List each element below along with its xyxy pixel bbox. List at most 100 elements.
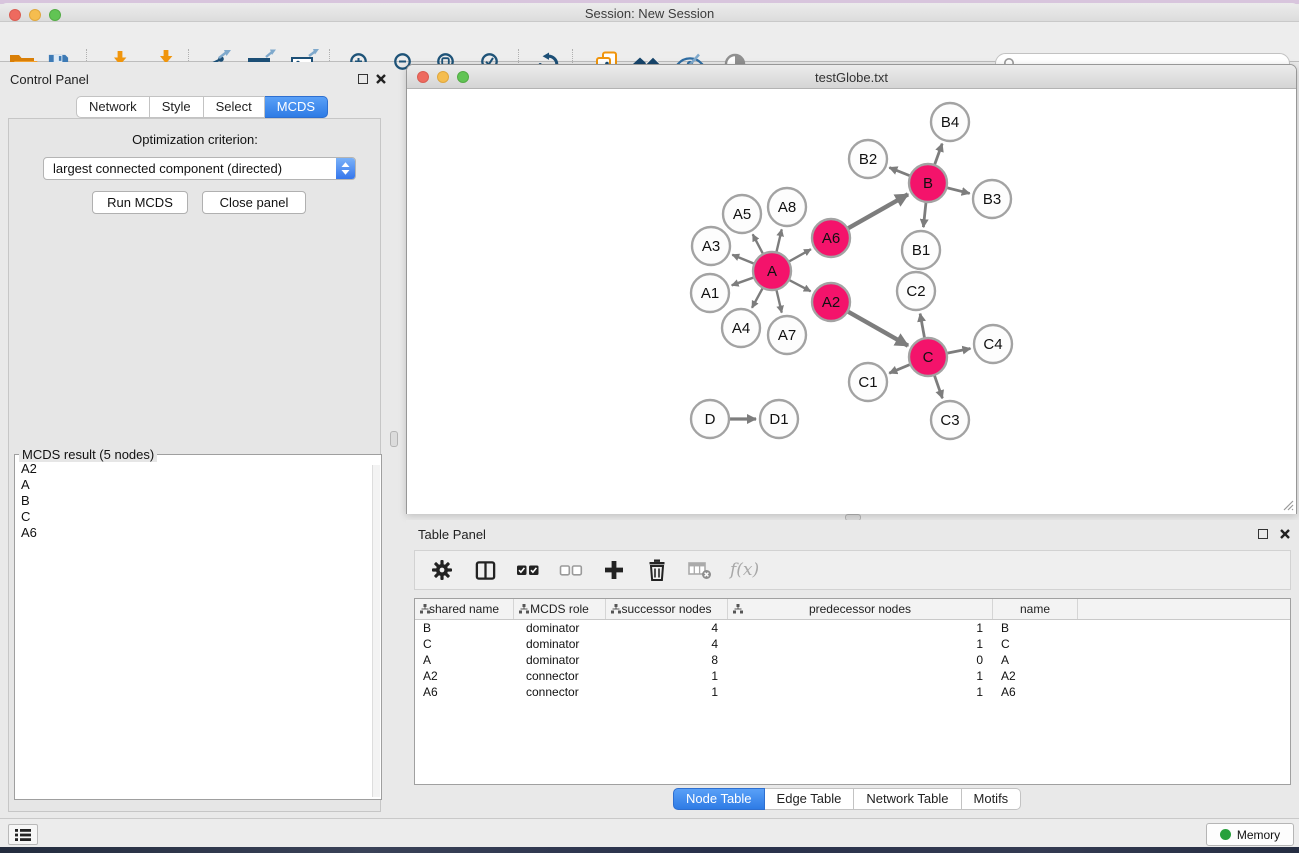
- list-icon: [13, 826, 33, 844]
- table-cell[interactable]: C: [415, 636, 514, 652]
- table-cell[interactable]: A2: [993, 668, 1078, 684]
- table-row[interactable]: A2connector11A2: [415, 668, 1290, 684]
- table-cell[interactable]: A6: [415, 684, 514, 700]
- column-header-successor-nodes[interactable]: successor nodes: [606, 599, 728, 619]
- table-cell[interactable]: A: [415, 652, 514, 668]
- column-browser-button[interactable]: [472, 557, 498, 583]
- graph-node-label: B2: [859, 151, 877, 168]
- status-bar: Memory: [0, 818, 1299, 847]
- column-header-predecessor-nodes[interactable]: predecessor nodes: [728, 599, 993, 619]
- close-table-panel-icon[interactable]: [1279, 528, 1291, 540]
- list-item[interactable]: C: [17, 509, 371, 525]
- list-item[interactable]: A2: [17, 461, 371, 477]
- criterion-value: largest connected component (directed): [44, 161, 336, 176]
- show-panels-button[interactable]: [8, 824, 38, 845]
- graph-node-label: A7: [778, 327, 796, 344]
- table-settings-button[interactable]: [429, 557, 455, 583]
- close-panel-button[interactable]: Close panel: [202, 191, 306, 214]
- graph-node-label: D: [705, 411, 716, 428]
- tab-style[interactable]: Style: [150, 96, 204, 118]
- criterion-dropdown[interactable]: largest connected component (directed): [43, 157, 356, 180]
- graph-node-label: A1: [701, 285, 719, 302]
- column-header-MCDS-role[interactable]: MCDS role: [514, 599, 606, 619]
- resize-grip-icon[interactable]: [1280, 497, 1294, 511]
- column-header-name[interactable]: name: [993, 599, 1078, 619]
- tab-network[interactable]: Network: [76, 96, 150, 118]
- tab-select[interactable]: Select: [204, 96, 265, 118]
- table-cell[interactable]: B: [415, 620, 514, 636]
- graph-node-label: B: [923, 175, 933, 192]
- tab-mcds[interactable]: MCDS: [265, 96, 328, 118]
- table-body: Bdominator41BCdominator41CAdominator80AA…: [415, 620, 1290, 700]
- float-table-panel-icon[interactable]: [1258, 529, 1268, 539]
- list-item[interactable]: A: [17, 477, 371, 493]
- function-builder-button[interactable]: f(x): [730, 557, 759, 583]
- control-panel-tabs: NetworkStyleSelectMCDS: [76, 96, 328, 118]
- list-item[interactable]: A6: [17, 525, 371, 541]
- network-graph[interactable]: AA6A2BCA1A3A4A5A7A8B1B2B3B4C1C2C3C4DD1: [407, 89, 1296, 513]
- delete-table-icon: [688, 560, 712, 580]
- mcds-result-scrollbar[interactable]: [372, 465, 380, 797]
- list-item[interactable]: B: [17, 493, 371, 509]
- dropdown-stepper: [336, 158, 355, 179]
- table-panel-title: Table Panel: [418, 527, 486, 542]
- table-panel-tabs: Node TableEdge TableNetwork TableMotifs: [673, 788, 1021, 810]
- graph-node-label: B3: [983, 191, 1001, 208]
- table-panel: Table Panel: [406, 520, 1299, 818]
- tab-edge-table[interactable]: Edge Table: [765, 788, 855, 810]
- table-cell[interactable]: A2: [415, 668, 514, 684]
- tab-node-table[interactable]: Node Table: [673, 788, 765, 810]
- table-cell[interactable]: A: [993, 652, 1078, 668]
- table-header-row: shared nameMCDS rolesuccessor nodesprede…: [415, 599, 1290, 620]
- table-cell[interactable]: A6: [993, 684, 1078, 700]
- table-cell[interactable]: 4: [606, 620, 728, 636]
- table-cell[interactable]: B: [993, 620, 1078, 636]
- app-titlebar: Session: New Session: [0, 3, 1299, 22]
- table-cell[interactable]: 4: [606, 636, 728, 652]
- tab-network-table[interactable]: Network Table: [854, 788, 961, 810]
- table-row[interactable]: A6connector11A6: [415, 684, 1290, 700]
- table-row[interactable]: Cdominator41C: [415, 636, 1290, 652]
- float-panel-icon[interactable]: [358, 74, 368, 84]
- table-row[interactable]: Bdominator41B: [415, 620, 1290, 636]
- table-cell[interactable]: 1: [728, 636, 993, 652]
- network-canvas[interactable]: AA6A2BCA1A3A4A5A7A8B1B2B3B4C1C2C3C4DD1: [407, 89, 1296, 514]
- table-cell[interactable]: 1: [728, 684, 993, 700]
- mcds-result-title: MCDS result (5 nodes): [19, 447, 157, 462]
- graph-node-label: C1: [858, 374, 877, 391]
- delete-column-button[interactable]: [644, 557, 670, 583]
- delete-table-button[interactable]: [687, 557, 713, 583]
- close-panel-icon[interactable]: [375, 73, 387, 85]
- memory-button[interactable]: Memory: [1206, 823, 1294, 846]
- column-header-filler: [1078, 599, 1290, 619]
- table-cell[interactable]: dominator: [514, 620, 606, 636]
- add-column-button[interactable]: [601, 557, 627, 583]
- mcds-result-list: A2ABCA6: [17, 461, 371, 797]
- table-cell[interactable]: 1: [728, 668, 993, 684]
- table-cell[interactable]: 1: [606, 668, 728, 684]
- table-cell[interactable]: C: [993, 636, 1078, 652]
- table-cell[interactable]: connector: [514, 684, 606, 700]
- table-toolbar: f(x): [414, 550, 1291, 590]
- select-all-button[interactable]: [515, 557, 541, 583]
- graph-node-label: C4: [983, 336, 1002, 353]
- node-table: shared nameMCDS rolesuccessor nodesprede…: [414, 598, 1291, 785]
- tab-motifs[interactable]: Motifs: [962, 788, 1022, 810]
- vertical-splitter-handle[interactable]: [390, 431, 398, 447]
- table-cell[interactable]: dominator: [514, 636, 606, 652]
- table-cell[interactable]: dominator: [514, 652, 606, 668]
- table-cell[interactable]: connector: [514, 668, 606, 684]
- column-header-shared-name[interactable]: shared name: [415, 599, 514, 619]
- table-cell[interactable]: 1: [606, 684, 728, 700]
- deselect-all-button[interactable]: [558, 557, 584, 583]
- table-cell[interactable]: 0: [728, 652, 993, 668]
- network-view-window: testGlobe.txt AA6A2BCA1A3A4A5A7A8B1B2B3B…: [406, 64, 1297, 514]
- table-cell[interactable]: 1: [728, 620, 993, 636]
- control-panel-title: Control Panel: [10, 72, 89, 87]
- table-cell[interactable]: 8: [606, 652, 728, 668]
- run-mcds-button[interactable]: Run MCDS: [92, 191, 188, 214]
- mcds-result-box: MCDS result (5 nodes) A2ABCA6: [14, 454, 382, 800]
- session-title: Session: New Session: [0, 6, 1299, 21]
- graph-node-label: A2: [822, 294, 840, 311]
- table-row[interactable]: Adominator80A: [415, 652, 1290, 668]
